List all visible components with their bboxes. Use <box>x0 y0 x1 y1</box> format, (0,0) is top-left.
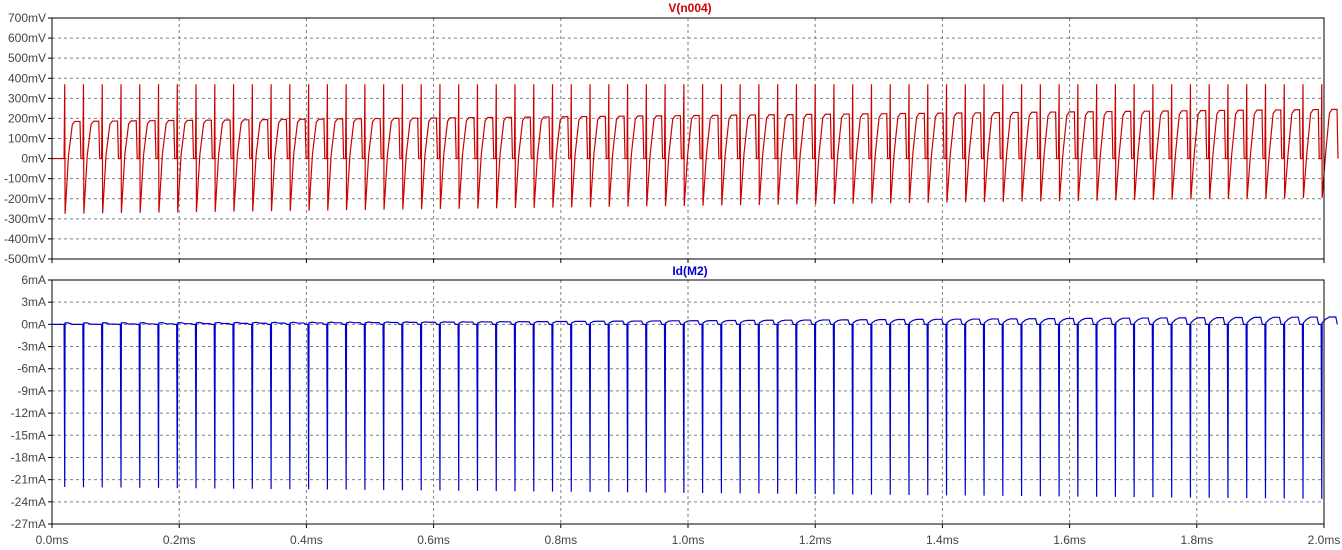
current-y-tick-label: -9mA <box>17 384 46 398</box>
voltage-y-ticks: 700mV 600mV 500mV 400mV 300mV 200mV 100mV 0mV -1… <box>4 11 46 266</box>
voltage-y-tick-label: -500mV <box>4 252 46 266</box>
voltage-y-tick-label: 500mV <box>8 51 46 65</box>
voltage-pane: V(n004) 700mV 600mV 500mV 400mV 300mV 200mV 10… <box>4 1 1339 266</box>
current-y-tick-label: -21mA <box>11 473 46 487</box>
current-pane: Id(M2) 6mA 3mA 0mA -3mA -6mA -9mA -12mA -15mA -1… <box>11 264 1338 531</box>
voltage-y-tick-label: 100mV <box>8 132 46 146</box>
current-y-tick-label: -18mA <box>11 450 46 464</box>
voltage-y-tick-label: 700mV <box>8 11 46 25</box>
x-tick-label: 1.4ms <box>926 533 959 547</box>
current-y-tick-label: -15mA <box>11 428 46 442</box>
x-tick-label: 0.2ms <box>163 533 196 547</box>
x-axis-ticks: 0.0ms 0.2ms 0.4ms 0.6ms 0.8ms 1.0ms 1.2ms 1.4ms… <box>36 533 1341 547</box>
voltage-pane-title: V(n004) <box>668 1 711 15</box>
current-y-tick-label: 6mA <box>21 273 46 287</box>
current-pane-title: Id(M2) <box>672 264 707 278</box>
voltage-y-tick-label: -100mV <box>4 172 46 186</box>
voltage-y-tick-label: 600mV <box>8 31 46 45</box>
x-tick-label: 2.0ms <box>1308 533 1341 547</box>
voltage-y-tick-label: -300mV <box>4 212 46 226</box>
current-y-tick-label: -27mA <box>11 517 46 531</box>
current-grid <box>48 279 1325 528</box>
x-tick-label: 0.8ms <box>544 533 577 547</box>
current-y-tick-label: -24mA <box>11 495 46 509</box>
current-y-ticks: 6mA 3mA 0mA -3mA -6mA -9mA -12mA -15mA -18mA -21m… <box>11 273 46 531</box>
x-tick-label: 1.8ms <box>1180 533 1213 547</box>
current-y-tick-label: -6mA <box>17 362 46 376</box>
voltage-y-tick-label: 0mV <box>21 152 46 166</box>
voltage-y-tick-label: 400mV <box>8 71 46 85</box>
current-y-tick-label: -12mA <box>11 406 46 420</box>
current-y-tick-label: 3mA <box>21 295 46 309</box>
voltage-y-tick-label: -400mV <box>4 232 46 246</box>
waveform-viewer: V(n004) 700mV 600mV 500mV 400mV 300mV 200mV 10… <box>4 1 1341 547</box>
current-y-tick-label: -3mA <box>17 340 46 354</box>
current-trace <box>52 316 1338 499</box>
voltage-y-tick-label: 300mV <box>8 91 46 105</box>
x-tick-label: 0.4ms <box>290 533 323 547</box>
x-tick-label: 1.2ms <box>799 533 832 547</box>
current-y-tick-label: 0mA <box>21 317 46 331</box>
x-tick-label: 1.0ms <box>672 533 705 547</box>
x-tick-label: 0.6ms <box>417 533 450 547</box>
x-tick-label: 1.6ms <box>1053 533 1086 547</box>
voltage-y-tick-label: 200mV <box>8 111 46 125</box>
x-tick-label: 0.0ms <box>36 533 69 547</box>
voltage-trace <box>52 84 1339 214</box>
voltage-y-tick-label: -200mV <box>4 192 46 206</box>
